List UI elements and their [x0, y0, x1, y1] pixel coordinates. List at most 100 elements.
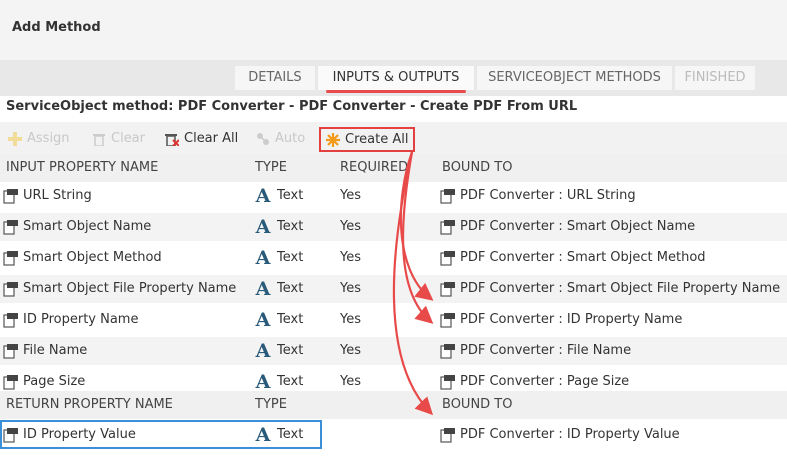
input-type-cell: A Text	[253, 182, 304, 210]
input-type-cell: A Text	[253, 306, 304, 334]
input-name-cell: ID Property Name	[3, 306, 138, 334]
input-row[interactable]: URL String A Text Yes PDF Converter : URL…	[0, 182, 787, 210]
returns-table-header: RETURN PROPERTY NAME TYPE BOUND TO	[0, 391, 787, 419]
input-bound: PDF Converter : Smart Object Name	[460, 219, 696, 234]
auto-map-icon	[257, 133, 269, 145]
input-bound-cell[interactable]: PDF Converter : URL String	[440, 182, 636, 210]
input-name-cell: URL String	[3, 182, 92, 210]
starburst-icon	[326, 132, 340, 147]
step-inputs-outputs[interactable]: INPUTS & OUTPUTS	[318, 66, 474, 93]
col-input-property-name: INPUT PROPERTY NAME	[6, 160, 159, 175]
return-bound-cell[interactable]: PDF Converter : ID Property Value	[440, 421, 680, 449]
property-icon	[3, 313, 18, 328]
input-type: Text	[277, 219, 304, 234]
trash-icon	[93, 134, 105, 146]
col-return-type: TYPE	[255, 397, 287, 412]
input-row[interactable]: File Name A Text Yes PDF Converter : File…	[0, 337, 787, 365]
toolbar: Assign Clear Clear All Auto Create All	[0, 122, 787, 154]
input-bound-cell[interactable]: PDF Converter : Smart Object Method	[440, 244, 706, 272]
input-bound: PDF Converter : URL String	[460, 188, 636, 203]
input-bound: PDF Converter : ID Property Name	[460, 312, 683, 327]
property-icon	[440, 428, 455, 443]
input-name-cell: File Name	[3, 337, 87, 365]
input-type: Text	[277, 281, 304, 296]
input-name: Smart Object File Property Name	[23, 281, 237, 296]
input-bound: PDF Converter : File Name	[460, 343, 632, 358]
assign-button[interactable]: Assign	[8, 129, 70, 149]
input-name: Smart Object Method	[23, 250, 162, 265]
input-bound-cell[interactable]: PDF Converter : File Name	[440, 337, 631, 365]
property-icon	[440, 251, 455, 266]
clear-button[interactable]: Clear	[92, 129, 145, 149]
input-name: URL String	[23, 188, 92, 203]
text-type-icon: A	[255, 278, 271, 300]
clear-label: Clear	[111, 131, 145, 146]
input-bound-cell[interactable]: PDF Converter : ID Property Name	[440, 306, 682, 334]
step-serviceobject-methods[interactable]: SERVICEOBJECT METHODS	[477, 66, 672, 90]
input-name: Smart Object Name	[23, 219, 152, 234]
input-type: Text	[277, 343, 304, 358]
col-return-bound-to: BOUND TO	[442, 397, 513, 412]
text-type-icon: A	[255, 340, 271, 362]
step-details[interactable]: DETAILS	[235, 66, 315, 90]
input-bound: PDF Converter : Smart Object Method	[460, 250, 706, 265]
text-type-icon: A	[255, 309, 271, 331]
input-row[interactable]: ID Property Name A Text Yes PDF Converter…	[0, 306, 787, 334]
property-icon	[440, 375, 455, 390]
clear-all-button[interactable]: Clear All	[165, 129, 238, 149]
property-icon	[440, 220, 455, 235]
input-type: Text	[277, 312, 304, 327]
text-type-icon: A	[255, 371, 271, 393]
input-name: File Name	[23, 343, 88, 358]
col-type: TYPE	[255, 160, 287, 175]
input-required: Yes	[340, 250, 361, 265]
step-finished: FINISHED	[675, 66, 755, 90]
input-row[interactable]: Smart Object Method A Text Yes PDF Conver…	[0, 244, 787, 272]
trash-x-icon	[165, 134, 179, 146]
text-type-icon: A	[255, 185, 271, 207]
input-required: Yes	[340, 281, 361, 296]
step-serviceobject-methods-label: SERVICEOBJECT METHODS	[488, 70, 661, 85]
property-icon	[3, 189, 18, 204]
property-icon	[3, 375, 18, 390]
input-type-cell: A Text	[253, 275, 304, 303]
property-icon	[3, 220, 18, 235]
step-details-label: DETAILS	[248, 70, 302, 85]
property-icon	[440, 189, 455, 204]
input-bound-cell[interactable]: PDF Converter : Smart Object Name	[440, 213, 695, 241]
active-step-indicator	[326, 90, 466, 93]
input-bound-cell[interactable]: PDF Converter : Smart Object File Proper…	[440, 275, 780, 303]
inputs-table-header: INPUT PROPERTY NAME TYPE REQUIRED BOUND …	[0, 154, 787, 182]
auto-label: Auto	[275, 131, 306, 146]
col-bound-to: BOUND TO	[442, 160, 513, 175]
input-row[interactable]: Smart Object Name A Text Yes PDF Converte…	[0, 213, 787, 241]
input-type-cell: A Text	[253, 213, 304, 241]
input-name: ID Property Name	[23, 312, 139, 327]
input-row[interactable]: Smart Object File Property Name A Text Ye…	[0, 275, 787, 303]
create-all-button[interactable]: Create All	[319, 127, 416, 152]
input-name-cell: Smart Object File Property Name	[3, 275, 236, 303]
dialog-title: Add Method	[12, 20, 101, 35]
input-bound: PDF Converter : Smart Object File Proper…	[460, 281, 781, 296]
clear-all-label: Clear All	[184, 131, 239, 146]
step-inputs-outputs-label: INPUTS & OUTPUTS	[332, 70, 460, 85]
input-type: Text	[277, 250, 304, 265]
assign-label: Assign	[27, 131, 70, 146]
property-icon	[3, 251, 18, 266]
property-icon	[440, 282, 455, 297]
highlight-return-property	[0, 420, 322, 449]
dialog-header: Add Method	[0, 0, 787, 60]
input-type-cell: A Text	[253, 337, 304, 365]
input-required: Yes	[340, 219, 361, 234]
text-type-icon: A	[255, 216, 271, 238]
text-type-icon: A	[255, 247, 271, 269]
return-bound: PDF Converter : ID Property Value	[460, 427, 680, 442]
auto-button[interactable]: Auto	[256, 129, 305, 149]
property-icon	[440, 313, 455, 328]
input-required: Yes	[340, 343, 361, 358]
wizard-steps: DETAILS INPUTS & OUTPUTS SERVICEOBJECT M…	[0, 60, 787, 96]
method-subtitle: ServiceObject method: PDF Converter - PD…	[6, 99, 578, 114]
create-all-label: Create All	[345, 131, 409, 147]
col-required: REQUIRED	[340, 160, 409, 175]
property-icon	[3, 344, 18, 359]
